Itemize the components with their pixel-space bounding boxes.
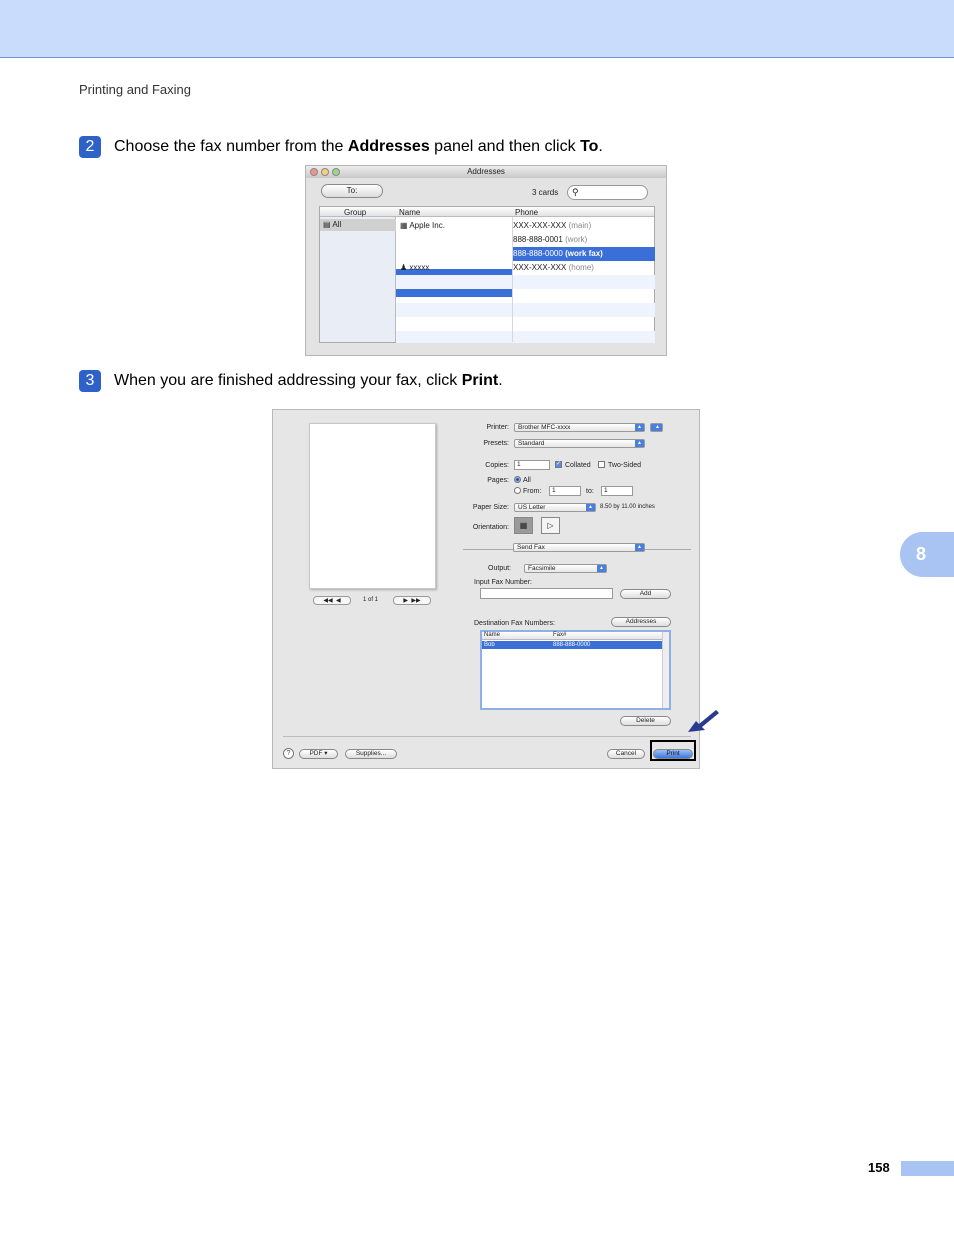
landscape-orientation-icon[interactable]: ▷ — [541, 517, 560, 534]
chevron-updown-icon: ▲ — [586, 504, 595, 511]
first-prev-page-buttons[interactable]: ◀◀ ◀ — [313, 596, 351, 605]
column-group[interactable]: Group — [344, 208, 366, 217]
title-bar: Addresses — [306, 166, 666, 178]
list-header: Name Fax# — [482, 632, 664, 640]
zoom-icon[interactable] — [332, 168, 340, 176]
chevron-updown-icon: ▲ — [597, 565, 606, 572]
fax-number-input[interactable] — [480, 588, 613, 599]
table-header: Group Name Phone — [320, 207, 654, 217]
group-list: ▤ All — [320, 217, 396, 342]
next-last-page-buttons[interactable]: ▶ ▶▶ — [393, 596, 431, 605]
table-row-selected[interactable]: 888-888-0000 (work fax) — [512, 247, 655, 261]
group-item-all[interactable]: ▤ All — [320, 219, 396, 231]
output-label: Output: — [488, 565, 511, 572]
to-field[interactable]: 1 — [601, 486, 633, 496]
table-row[interactable]: ♟ xxxxx XXX-XXX-XXX (home) — [396, 261, 655, 275]
from-field[interactable]: 1 — [549, 486, 581, 496]
paper-dimensions: 8.50 by 11.00 inches — [600, 504, 655, 510]
addresses-button[interactable]: Addresses — [611, 617, 671, 627]
step-2: 2 Choose the fax number from the Address… — [79, 136, 603, 158]
step-text: When you are finished addressing your fa… — [114, 372, 503, 389]
breadcrumb: Printing and Faxing — [79, 82, 192, 97]
input-fax-label: Input Fax Number: — [474, 579, 532, 586]
table-row[interactable]: □ Bob 888-888-0001 (work) — [396, 233, 655, 247]
window-title: Addresses — [467, 167, 505, 176]
column-phone[interactable]: Phone — [515, 208, 538, 217]
to-label: to: — [586, 488, 594, 495]
chapter-tab: 8 — [900, 532, 954, 577]
page-number: 158 — [868, 1160, 890, 1175]
paper-size-label: Paper Size: — [472, 504, 509, 511]
empty-row — [396, 303, 655, 317]
presets-select[interactable]: Standard ▲ — [514, 439, 645, 448]
column-name[interactable]: Name — [399, 208, 420, 217]
step-3: 3 When you are finished addressing your … — [79, 370, 503, 392]
disclosure-button[interactable]: ▲ — [650, 423, 663, 432]
list-item[interactable]: Bob 888-888-0000 — [482, 641, 664, 649]
delete-button[interactable]: Delete — [620, 716, 671, 726]
destination-label: Destination Fax Numbers: — [474, 620, 555, 627]
header-band — [0, 0, 954, 58]
group-icon: ▤ — [323, 220, 333, 229]
triangle-up-icon: ▲ — [653, 424, 662, 431]
paper-size-select[interactable]: US Letter ▲ — [514, 503, 596, 512]
page-of-indicator: 1 of 1 — [363, 597, 379, 603]
output-select[interactable]: Facsimile ▲ — [524, 564, 607, 573]
empty-row — [396, 275, 655, 289]
scrollbar[interactable] — [662, 632, 669, 708]
copies-field[interactable]: 1 — [514, 460, 550, 470]
collated-label: Collated — [565, 462, 591, 469]
orientation-label: Orientation: — [472, 524, 509, 531]
arrow-pointer-icon — [686, 708, 720, 739]
to-button[interactable]: To: — [321, 184, 383, 198]
pages-all-radio[interactable] — [514, 476, 521, 483]
printer-select[interactable]: Brother MFC-xxxx ▲ — [514, 423, 645, 432]
destination-list: Name Fax# Bob 888-888-0000 — [480, 630, 671, 710]
help-icon[interactable]: ? — [283, 748, 294, 759]
portrait-orientation-icon[interactable]: ▦ — [514, 517, 533, 534]
print-dialog: ◀◀ ◀ 1 of 1 ▶ ▶▶ Printer: Brother MFC-xx… — [272, 409, 700, 769]
person-icon: ♟ — [400, 263, 410, 272]
add-button[interactable]: Add — [620, 589, 671, 599]
empty-row — [396, 331, 655, 343]
chevron-updown-icon: ▲ — [635, 440, 644, 447]
collated-checkbox[interactable]: ✓ — [555, 461, 562, 468]
cards-count: 3 cards — [532, 188, 559, 197]
column-name[interactable]: Name — [484, 632, 500, 639]
search-icon: ⚲ — [572, 187, 579, 197]
page-preview — [309, 423, 436, 589]
column-divider — [512, 217, 513, 342]
close-icon[interactable] — [310, 168, 318, 176]
window-controls — [310, 168, 340, 176]
pages-from-radio[interactable] — [514, 487, 521, 494]
table-row[interactable]: ▦ Apple Inc. XXX-XXX-XXX (main) — [396, 219, 655, 233]
printer-label: Printer: — [486, 424, 509, 431]
two-sided-checkbox[interactable] — [598, 461, 605, 468]
two-sided-label: Two-Sided — [608, 462, 642, 469]
pdf-button[interactable]: PDF ▾ — [299, 749, 338, 759]
copies-label: Copies: — [485, 462, 509, 469]
cancel-button[interactable]: Cancel — [607, 749, 645, 759]
presets-label: Presets: — [483, 440, 509, 447]
pages-from-label: From: — [523, 488, 542, 495]
step-number: 3 — [79, 370, 101, 392]
addresses-window: Addresses To: 3 cards ⚲ Group Name Phone… — [305, 165, 667, 356]
pages-all-label: All — [523, 477, 531, 484]
section-select[interactable]: Send Fax ▲ — [513, 543, 645, 552]
card-icon: □ — [400, 235, 408, 244]
search-input[interactable]: ⚲ — [567, 185, 648, 200]
minimize-icon[interactable] — [321, 168, 329, 176]
footer-divider — [283, 736, 691, 737]
pages-label: Pages: — [487, 477, 509, 484]
address-table: Group Name Phone ▤ All ▦ Apple Inc. XXX-… — [319, 206, 655, 343]
company-icon: ▦ — [400, 221, 410, 230]
chevron-updown-icon: ▲ — [635, 424, 644, 431]
step-text: Choose the fax number from the Addresses… — [114, 138, 603, 155]
step-number: 2 — [79, 136, 101, 158]
chevron-updown-icon: ▲ — [635, 544, 644, 551]
page-bar — [901, 1161, 954, 1176]
print-button[interactable]: Print — [653, 749, 693, 759]
supplies-button[interactable]: Supplies... — [345, 749, 397, 759]
column-fax[interactable]: Fax# — [553, 632, 566, 639]
